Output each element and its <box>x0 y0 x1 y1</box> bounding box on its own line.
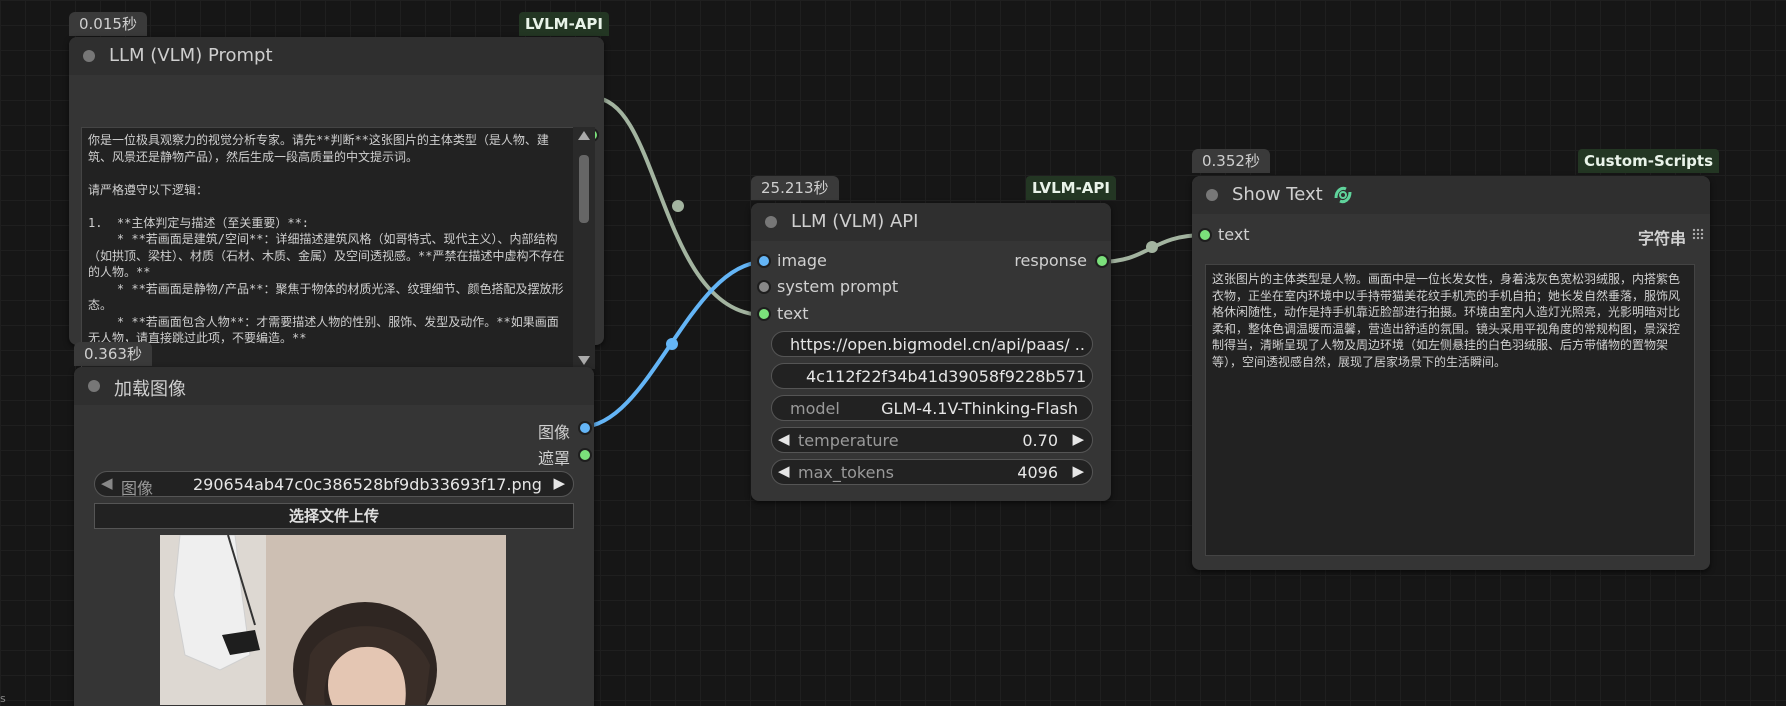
custom-scripts-icon <box>1334 186 1352 204</box>
node-header[interactable]: Show Text <box>1192 176 1710 214</box>
output-port-response[interactable] <box>1095 254 1109 268</box>
node-header[interactable]: LLM (VLM) Prompt <box>69 37 604 75</box>
input-port-image[interactable] <box>757 254 771 268</box>
widget-label: max_tokens <box>798 463 894 482</box>
arrow-right-icon[interactable]: ▶ <box>1072 462 1084 480</box>
output-textarea[interactable]: 这张图片的主体类型是人物。画面中是一位长发女性，身着浅灰色宽松羽绒服，内搭紫色衣… <box>1205 264 1695 556</box>
node-title: 加载图像 <box>114 379 186 400</box>
collapse-toggle[interactable] <box>88 380 100 392</box>
node-title: Show Text <box>1232 184 1323 205</box>
model-input[interactable]: model GLM-4.1V-Thinking-Flash <box>771 395 1093 421</box>
api-key-input[interactable]: 4c112f22f34b41d39058f9228b5711 ... <box>771 363 1093 389</box>
arrow-right-icon[interactable]: ▶ <box>553 474 565 492</box>
scroll-thumb[interactable] <box>579 155 589 223</box>
arrow-left-icon[interactable]: ◀ <box>778 430 790 448</box>
arrow-left-icon[interactable]: ◀ <box>778 462 790 480</box>
output-label-mask: 遮罩 <box>537 449 570 468</box>
input-label-text: text <box>777 304 809 323</box>
upload-button[interactable]: 选择文件上传 <box>94 503 574 529</box>
max-tokens-stepper[interactable]: ◀ max_tokens 4096 ▶ <box>771 459 1093 485</box>
execution-time-badge: 0.363秒 <box>74 342 152 366</box>
node-category-tag: Custom-Scripts <box>1578 149 1720 173</box>
show-text-node[interactable]: Show Text text 字符串 这张图片的主体类型是人物。画面中是一位长发… <box>1192 176 1710 570</box>
widget-value: 290654ab47c0c386528bf9db33693f17.png <box>193 475 542 494</box>
load-image-node[interactable]: 加载图像 图像 遮罩 ◀ 图像 290654ab47c0c386528bf9db… <box>74 367 594 706</box>
widget-value: 4096 <box>1017 463 1058 482</box>
widget-label: 图像 <box>121 479 154 498</box>
node-title: LLM (VLM) Prompt <box>109 45 273 66</box>
node-category-tag: LVLM-API <box>519 12 609 36</box>
scroll-up-icon[interactable] <box>578 131 590 140</box>
node-title: LLM (VLM) API <box>791 211 919 232</box>
input-port-text[interactable] <box>1198 228 1212 242</box>
execution-time-badge: 0.015秒 <box>69 12 147 36</box>
input-port-text[interactable] <box>757 307 771 321</box>
url-input[interactable]: https://open.bigmodel.cn/api/paas/ ... <box>771 331 1093 357</box>
input-label-image: image <box>777 251 827 270</box>
execution-time-badge: 25.213秒 <box>751 176 839 200</box>
prompt-text: 你是一位极具观察力的视觉分析专家。请先**判断**这张图片的主体类型（是人物、建… <box>88 133 565 345</box>
output-port-mask[interactable] <box>578 448 592 462</box>
node-header[interactable]: LLM (VLM) API <box>751 203 1111 241</box>
scroll-down-icon[interactable] <box>578 356 590 365</box>
collapse-toggle[interactable] <box>83 50 95 62</box>
corner-mark: s <box>0 692 6 705</box>
collapse-toggle[interactable] <box>765 216 777 228</box>
input-label-system-prompt: system prompt <box>777 277 899 296</box>
link-midpoint <box>672 200 684 212</box>
widget-value: GLM-4.1V-Thinking-Flash <box>881 399 1078 418</box>
output-port-image[interactable] <box>578 421 592 435</box>
execution-time-badge: 0.352秒 <box>1192 149 1270 173</box>
widget-value: https://open.bigmodel.cn/api/paas/ ... <box>790 335 1086 354</box>
input-label-text: text <box>1218 225 1250 244</box>
prompt-node[interactable]: LLM (VLM) Prompt text 你是一位极具观察力的视觉分析专家。请… <box>69 37 604 369</box>
collapse-toggle[interactable] <box>1206 189 1218 201</box>
widget-value: 4c112f22f34b41d39058f9228b5711 ... <box>806 367 1086 386</box>
prompt-textarea[interactable]: 你是一位极具观察力的视觉分析专家。请先**判断**这张图片的主体类型（是人物、建… <box>81 127 577 369</box>
output-text: 这张图片的主体类型是人物。画面中是一位长发女性，身着浅灰色宽松羽绒服，内搭紫色衣… <box>1212 272 1681 369</box>
output-label-image: 图像 <box>537 423 570 442</box>
grip-icon[interactable] <box>1692 228 1704 240</box>
node-category-tag: LVLM-API <box>1026 176 1116 200</box>
link-midpoint <box>666 338 678 350</box>
output-label-response: response <box>1014 251 1087 270</box>
type-label: 字符串 <box>1637 229 1686 248</box>
widget-value: 0.70 <box>1022 431 1058 450</box>
widget-label: model <box>790 399 840 418</box>
node-header[interactable]: 加载图像 <box>74 367 594 405</box>
temperature-slider[interactable]: ◀ temperature 0.70 ▶ <box>771 427 1093 453</box>
arrow-left-icon[interactable]: ◀ <box>101 474 113 492</box>
llm-api-node[interactable]: LLM (VLM) API image system prompt text r… <box>751 203 1111 501</box>
widget-label: temperature <box>798 431 899 450</box>
image-select-combo[interactable]: ◀ 图像 290654ab47c0c386528bf9db33693f17.pn… <box>94 471 574 498</box>
prompt-scrollbar[interactable] <box>573 127 595 369</box>
image-preview <box>160 535 506 705</box>
link-midpoint <box>1146 241 1158 253</box>
input-port-system-prompt[interactable] <box>757 280 771 294</box>
arrow-right-icon[interactable]: ▶ <box>1072 430 1084 448</box>
